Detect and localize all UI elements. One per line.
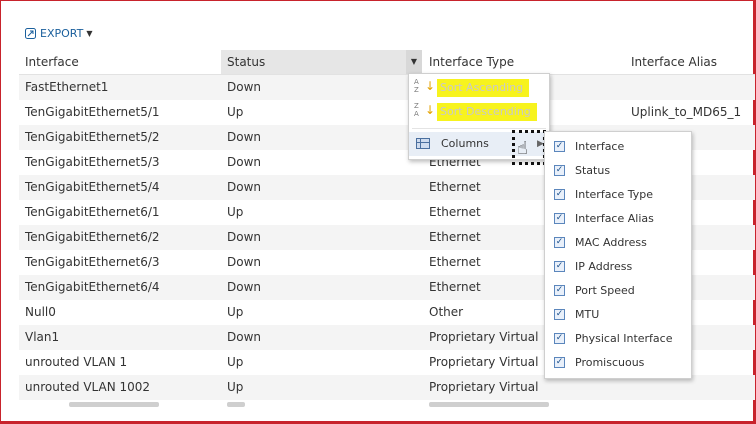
cell-status: Down (227, 230, 262, 244)
cut-text-type (429, 402, 549, 407)
cell-status: Down (227, 330, 262, 344)
column-option-label: Physical Interface (575, 332, 673, 345)
column-option-label: Port Speed (575, 284, 635, 297)
partially-visible-row (19, 400, 755, 408)
column-option[interactable]: ✓ Interface Type (545, 183, 691, 207)
cell-interface-type: Ethernet (429, 255, 481, 269)
cell-interface-type: Proprietary Virtual (429, 330, 539, 344)
checkbox-checked-icon[interactable]: ✓ (554, 309, 565, 320)
cell-interface-type: Proprietary Virtual (429, 380, 539, 394)
cell-interface: TenGigabitEthernet6/3 (25, 255, 160, 269)
cell-status: Down (227, 80, 262, 94)
cell-status: Up (227, 380, 244, 394)
column-option-label: MTU (575, 308, 600, 321)
column-option-label: Interface Alias (575, 212, 654, 225)
checkbox-checked-icon[interactable]: ✓ (554, 213, 565, 224)
checkbox-checked-icon[interactable]: ✓ (554, 237, 565, 248)
menu-item-sort-ascending[interactable]: AZ ↓ Sort Ascending (409, 76, 549, 100)
cell-interface: TenGigabitEthernet6/2 (25, 230, 160, 244)
column-option-label: Interface (575, 140, 625, 153)
columns-icon (416, 138, 430, 149)
column-option-label: Status (575, 164, 611, 177)
menu-separator (412, 128, 546, 129)
checkbox-checked-icon[interactable]: ✓ (554, 357, 565, 368)
sort-ascending-label: Sort Ascending (437, 79, 530, 97)
cell-interface: TenGigabitEthernet5/4 (25, 180, 160, 194)
column-option-label: Promiscuous (575, 356, 645, 369)
cut-text-interface (69, 402, 159, 407)
column-option-label: IP Address (575, 260, 633, 273)
checkbox-checked-icon[interactable]: ✓ (554, 285, 565, 296)
chevron-down-icon: ▼ (86, 29, 93, 38)
cell-interface: unrouted VLAN 1002 (25, 380, 151, 394)
cell-interface: TenGigabitEthernet5/3 (25, 155, 160, 169)
column-option-label: Interface Type (575, 188, 654, 201)
column-option[interactable]: ✓ Interface (545, 135, 691, 159)
column-option[interactable]: ✓ Physical Interface (545, 327, 691, 351)
cell-status: Down (227, 130, 262, 144)
cell-status: Up (227, 355, 244, 369)
checkbox-checked-icon[interactable]: ✓ (554, 141, 565, 152)
column-option[interactable]: ✓ IP Address (545, 255, 691, 279)
cell-interface-type: Ethernet (429, 205, 481, 219)
sort-descending-label: Sort Descending (437, 103, 537, 121)
table-row[interactable]: FastEthernet1 Down (19, 75, 755, 100)
cut-text-status (227, 402, 245, 407)
cell-interface-type: Ethernet (429, 230, 481, 244)
cell-status: Down (227, 280, 262, 294)
column-option[interactable]: ✓ Interface Alias (545, 207, 691, 231)
cell-interface: TenGigabitEthernet5/2 (25, 130, 160, 144)
column-header-interface[interactable]: Interface (25, 50, 79, 74)
table-row[interactable]: TenGigabitEthernet5/1 Up Uplink_to_MD65_1 (19, 100, 755, 125)
cell-interface-type: Ethernet (429, 180, 481, 194)
column-header-interface-alias[interactable]: Interface Alias (631, 50, 717, 74)
column-option[interactable]: ✓ MAC Address (545, 231, 691, 255)
cell-status: Down (227, 155, 262, 169)
column-header-status[interactable]: Status (227, 50, 265, 74)
cell-interface-type: Ethernet (429, 280, 481, 294)
sort-arrow-icon: ↓ (425, 79, 436, 93)
columns-label: Columns (441, 137, 489, 150)
column-option[interactable]: ✓ Status (545, 159, 691, 183)
cell-status: Up (227, 105, 244, 119)
export-icon (25, 28, 36, 39)
cell-interface-type: Other (429, 305, 464, 319)
cell-interface: Null0 (25, 305, 56, 319)
sort-arrow-icon: ↓ (425, 103, 436, 117)
cell-interface: TenGigabitEthernet6/1 (25, 205, 160, 219)
cell-interface-type: Proprietary Virtual (429, 355, 539, 369)
export-button[interactable]: EXPORT ▼ (25, 27, 93, 40)
cell-status: Down (227, 180, 262, 194)
cell-interface: FastEthernet1 (25, 80, 109, 94)
cell-interface: TenGigabitEthernet5/1 (25, 105, 160, 119)
menu-item-sort-descending[interactable]: ZA ↓ Sort Descending (409, 100, 549, 124)
column-option[interactable]: ✓ MTU (545, 303, 691, 327)
cell-status: Up (227, 305, 244, 319)
column-option[interactable]: ✓ Promiscuous (545, 351, 691, 375)
checkbox-checked-icon[interactable]: ✓ (554, 189, 565, 200)
cell-status: Down (227, 255, 262, 269)
checkbox-checked-icon[interactable]: ✓ (554, 261, 565, 272)
column-option-label: MAC Address (575, 236, 647, 249)
columns-submenu: ✓ Interface ✓ Status ✓ Interface Type ✓ Interfa… (544, 131, 692, 379)
column-option[interactable]: ✓ Port Speed (545, 279, 691, 303)
column-menu-trigger[interactable]: ▼ (406, 50, 422, 74)
cell-interface: Vlan1 (25, 330, 60, 344)
cell-interface-alias: Uplink_to_MD65_1 (631, 105, 742, 119)
grid-header: Interface Status ▼ Interface Type Interf… (19, 50, 755, 75)
checkbox-checked-icon[interactable]: ✓ (554, 333, 565, 344)
checkbox-checked-icon[interactable]: ✓ (554, 165, 565, 176)
cell-status: Up (227, 205, 244, 219)
cell-interface: unrouted VLAN 1 (25, 355, 128, 369)
column-header-interface-type[interactable]: Interface Type (429, 50, 514, 74)
export-label: EXPORT (40, 27, 84, 40)
cell-interface: TenGigabitEthernet6/4 (25, 280, 160, 294)
hand-cursor-icon: ☝ (517, 138, 528, 159)
